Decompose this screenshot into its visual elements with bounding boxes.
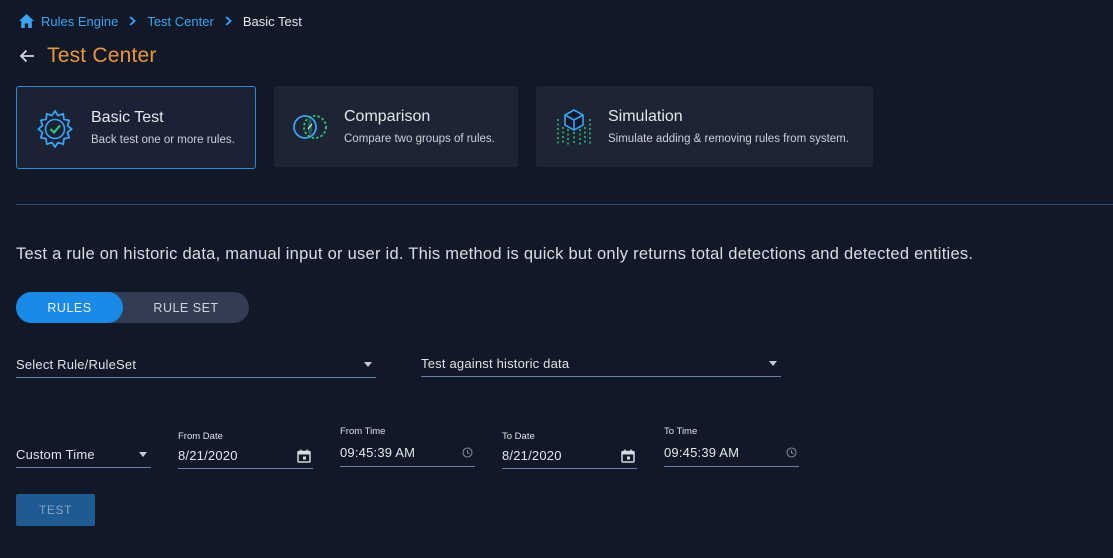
card-description: Compare two groups of rules.: [344, 133, 495, 145]
cube-matrix-icon: [554, 107, 594, 147]
clock-icon[interactable]: [786, 446, 797, 458]
home-icon[interactable]: [18, 13, 35, 29]
from-date-value: 8/21/2020: [178, 448, 238, 463]
card-comparison[interactable]: Comparison Compare two groups of rules.: [274, 86, 518, 167]
rule-select[interactable]: Select Rule/RuleSet: [16, 352, 376, 378]
chevron-right-icon: [225, 16, 232, 26]
time-mode-select[interactable]: Custom Time: [16, 442, 151, 468]
card-description: Simulate adding & removing rules from sy…: [608, 133, 849, 145]
caret-down-icon: [364, 362, 372, 367]
breadcrumb-rules-engine[interactable]: Rules Engine: [41, 14, 118, 29]
test-button[interactable]: TEST: [16, 494, 95, 526]
rules-ruleset-toggle: RULES RULE SET: [16, 292, 249, 323]
gear-check-icon: [35, 108, 75, 148]
rule-select-value: Select Rule/RuleSet: [16, 357, 137, 372]
data-source-select-value: Test against historic data: [421, 355, 570, 371]
card-title: Simulation: [608, 108, 683, 125]
calendar-icon[interactable]: [621, 449, 635, 463]
to-date-input[interactable]: 8/21/2020: [502, 443, 637, 469]
toggle-rule-set[interactable]: RULE SET: [123, 292, 249, 323]
to-time-input[interactable]: 09:45:39 AM: [664, 438, 799, 467]
caret-down-icon: [139, 452, 147, 457]
data-source-select[interactable]: Test against historic data: [421, 350, 781, 377]
from-time-value: 09:45:39 AM: [340, 444, 416, 460]
card-basic-test[interactable]: Basic Test Back test one or more rules.: [16, 86, 256, 169]
test-center-page: Rules Engine Test Center Basic Test Test…: [0, 0, 1113, 558]
to-date-value: 8/21/2020: [502, 448, 562, 463]
comparison-circles-icon: [290, 107, 330, 147]
calendar-icon[interactable]: [297, 449, 311, 463]
chevron-right-icon: [129, 16, 137, 26]
to-time-value: 09:45:39 AM: [664, 444, 740, 460]
method-description: Test a rule on historic data, manual inp…: [16, 245, 974, 263]
page-title: Test Center: [47, 44, 157, 67]
from-date-input[interactable]: 8/21/2020: [178, 443, 313, 469]
back-arrow-icon[interactable]: [18, 47, 36, 65]
time-mode-select-value: Custom Time: [16, 447, 95, 462]
card-description: Back test one or more rules.: [91, 134, 235, 146]
clock-icon[interactable]: [462, 446, 473, 458]
card-title: Basic Test: [91, 109, 164, 126]
caret-down-icon: [769, 360, 777, 366]
breadcrumb-current: Basic Test: [242, 13, 302, 29]
section-divider: [16, 204, 1113, 205]
from-time-label: From Time: [340, 426, 386, 437]
card-title: Comparison: [344, 108, 431, 125]
from-date-label: From Date: [178, 431, 223, 442]
to-time-label: To Time: [664, 426, 698, 437]
toggle-rules[interactable]: RULES: [16, 292, 123, 323]
page-header: Test Center: [18, 42, 157, 70]
from-time-input[interactable]: 09:45:39 AM: [340, 438, 475, 467]
breadcrumb: Rules Engine Test Center Basic Test: [18, 12, 302, 30]
breadcrumb-test-center[interactable]: Test Center: [147, 14, 213, 29]
to-date-label: To Date: [502, 431, 535, 442]
card-simulation[interactable]: Simulation Simulate adding & removing ru…: [536, 86, 873, 167]
